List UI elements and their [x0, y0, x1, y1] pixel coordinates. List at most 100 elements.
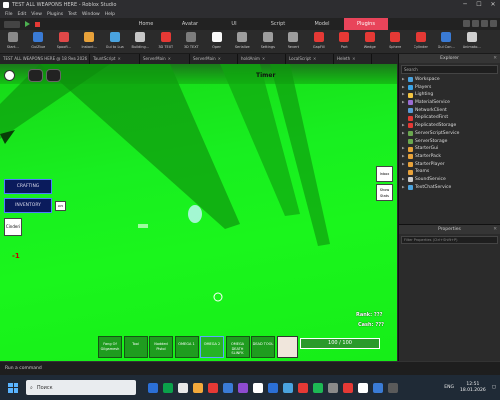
- menu-file[interactable]: File: [5, 12, 13, 17]
- close-icon[interactable]: ✕: [117, 54, 120, 64]
- explorer-item[interactable]: Teams: [399, 168, 500, 176]
- toolbar-button[interactable]: 3D TEXT: [153, 30, 179, 54]
- play-mode-dropdown[interactable]: [4, 20, 20, 28]
- taskbar-app-icon[interactable]: [388, 382, 398, 393]
- toolbar-button[interactable]: Start...: [0, 30, 26, 54]
- tab-model[interactable]: Model: [300, 18, 344, 30]
- tab-avatar[interactable]: Avatar: [168, 18, 212, 30]
- toolbar-button[interactable]: Gui Con...: [434, 30, 460, 54]
- windows-start-icon[interactable]: [8, 382, 18, 393]
- expand-arrow-icon[interactable]: ▶: [402, 122, 406, 130]
- taskbar-app-icon[interactable]: [238, 382, 248, 393]
- tab-plugins[interactable]: Plugins: [344, 18, 388, 30]
- taskbar-app-icon[interactable]: [358, 382, 368, 393]
- level-badge[interactable]: LV5: [55, 201, 66, 211]
- taskbar-app-icon[interactable]: [373, 382, 383, 393]
- expand-arrow-icon[interactable]: ▶: [402, 99, 406, 107]
- menu-view[interactable]: View: [31, 12, 42, 17]
- explorer-item[interactable]: ▶ Lighting: [399, 91, 500, 99]
- close-icon[interactable]: ✕: [352, 54, 355, 64]
- toolbar-button[interactable]: 3D TEXT: [179, 30, 205, 54]
- explorer-item[interactable]: ▶ SoundService: [399, 176, 500, 184]
- toolbar-button[interactable]: GuiZtue: [26, 30, 52, 54]
- toolbar-button[interactable]: Part: [332, 30, 358, 54]
- toolbar-button[interactable]: Spoofi...: [51, 30, 77, 54]
- menu-edit[interactable]: Edit: [18, 12, 27, 17]
- document-tab[interactable]: Heleth ✕: [334, 54, 372, 64]
- explorer-item[interactable]: ▶ MaterialService: [399, 99, 500, 107]
- menu-plugins[interactable]: Plugins: [47, 12, 63, 17]
- crafting-button[interactable]: CRAFTING: [4, 179, 52, 194]
- hotbar-slot[interactable]: OMEGA DEATH SLINFK: [225, 336, 250, 358]
- clock[interactable]: 12:51 18.01.2026: [460, 382, 486, 394]
- expand-arrow-icon[interactable]: ▶: [402, 161, 406, 169]
- notifications-icon[interactable]: [472, 20, 479, 27]
- expand-arrow-icon[interactable]: ▶: [402, 145, 406, 153]
- toolbar-button[interactable]: Sphere: [383, 30, 409, 54]
- inventory-button[interactable]: INVENTORY: [4, 198, 52, 213]
- language-indicator[interactable]: ENG: [444, 385, 454, 390]
- document-tab[interactable]: LocalScript ✕: [286, 54, 334, 64]
- tab-ui[interactable]: UI: [212, 18, 256, 30]
- chat-icon[interactable]: [46, 69, 61, 82]
- taskbar-app-icon[interactable]: [298, 382, 308, 393]
- taskbar-app-icon[interactable]: [193, 382, 203, 393]
- taskbar-app-icon[interactable]: [283, 382, 293, 393]
- toolbar-button[interactable]: Cylinder: [408, 30, 434, 54]
- hotbar-slot[interactable]: Nodded Pistol: [149, 336, 173, 358]
- toolbar-button[interactable]: Open: [204, 30, 230, 54]
- toolbar-button[interactable]: Revert: [281, 30, 307, 54]
- avatar[interactable]: [277, 336, 298, 358]
- toolbar-button[interactable]: Animato...: [459, 30, 485, 54]
- toolbar-button[interactable]: Building...: [128, 30, 154, 54]
- explorer-item[interactable]: ReplicatedFirst: [399, 114, 500, 122]
- stop-icon[interactable]: [35, 21, 40, 27]
- explorer-item[interactable]: ▶ StarterPack: [399, 153, 500, 161]
- command-bar-input[interactable]: Run a command: [0, 361, 500, 375]
- toolbar-button[interactable]: Serialize: [230, 30, 256, 54]
- expand-arrow-icon[interactable]: ▶: [402, 176, 406, 184]
- hotbar-slot[interactable]: DEAD TOOL: [251, 336, 275, 358]
- explorer-item[interactable]: ▶ Players: [399, 84, 500, 92]
- tab-home[interactable]: Home: [124, 18, 168, 30]
- game-viewport[interactable]: Timer CRAFTING INVENTORY LV5 Cinderi -1 …: [0, 64, 397, 361]
- explorer-item[interactable]: ▶ ServerScriptService: [399, 130, 500, 138]
- inbox-button[interactable]: Inbox: [376, 166, 393, 182]
- properties-filter-input[interactable]: Filter Properties (Ctrl+Shift+P): [401, 236, 498, 244]
- show-stats-button[interactable]: Show Stats: [376, 184, 393, 201]
- maximize-icon[interactable]: ☐: [472, 0, 486, 10]
- taskbar-app-icon[interactable]: [163, 382, 173, 393]
- hotbar-slot[interactable]: OMEGA 1: [174, 336, 199, 358]
- close-icon[interactable]: ✕: [486, 0, 500, 10]
- close-icon[interactable]: ✕: [313, 54, 316, 64]
- expand-arrow-icon[interactable]: ▶: [402, 130, 406, 138]
- explorer-item[interactable]: ServerStorage: [399, 138, 500, 146]
- expand-arrow-icon[interactable]: ▶: [402, 76, 406, 84]
- document-tab[interactable]: holdAnim ✕: [238, 54, 286, 64]
- document-tab[interactable]: ServerMain ✕: [190, 54, 238, 64]
- close-icon[interactable]: ✕: [168, 54, 171, 64]
- taskbar-app-icon[interactable]: [208, 382, 218, 393]
- menu-test[interactable]: Test: [68, 12, 77, 17]
- expand-arrow-icon[interactable]: ▶: [402, 184, 406, 192]
- taskbar-app-icon[interactable]: [328, 382, 338, 393]
- taskbar-app-icon[interactable]: [178, 382, 188, 393]
- explorer-search-input[interactable]: Search: [401, 65, 498, 74]
- notifications-icon[interactable]: ▢: [492, 385, 496, 390]
- document-tab[interactable]: ServerMain ✕: [140, 54, 190, 64]
- taskbar-search[interactable]: ⌕ Поиск: [26, 380, 136, 395]
- expand-arrow-icon[interactable]: ▶: [402, 91, 406, 99]
- roblox-menu-icon[interactable]: [4, 70, 15, 81]
- toolbar-button[interactable]: Settings: [255, 30, 281, 54]
- explorer-item[interactable]: ▶ ReplicatedStorage: [399, 122, 500, 130]
- share-icon[interactable]: [463, 20, 470, 27]
- hotbar-slot[interactable]: OMEGA 2: [200, 336, 224, 358]
- explorer-item[interactable]: ▶ TextChatService: [399, 184, 500, 192]
- taskbar-app-icon[interactable]: [268, 382, 278, 393]
- toolbar-button[interactable]: GapFill: [306, 30, 332, 54]
- toolbar-button[interactable]: Wedge: [357, 30, 383, 54]
- toolbar-button[interactable]: Gui to Lua: [102, 30, 128, 54]
- close-icon[interactable]: ✕: [218, 54, 221, 64]
- expand-arrow-icon[interactable]: ▶: [402, 84, 406, 92]
- close-icon[interactable]: ✕: [262, 54, 265, 64]
